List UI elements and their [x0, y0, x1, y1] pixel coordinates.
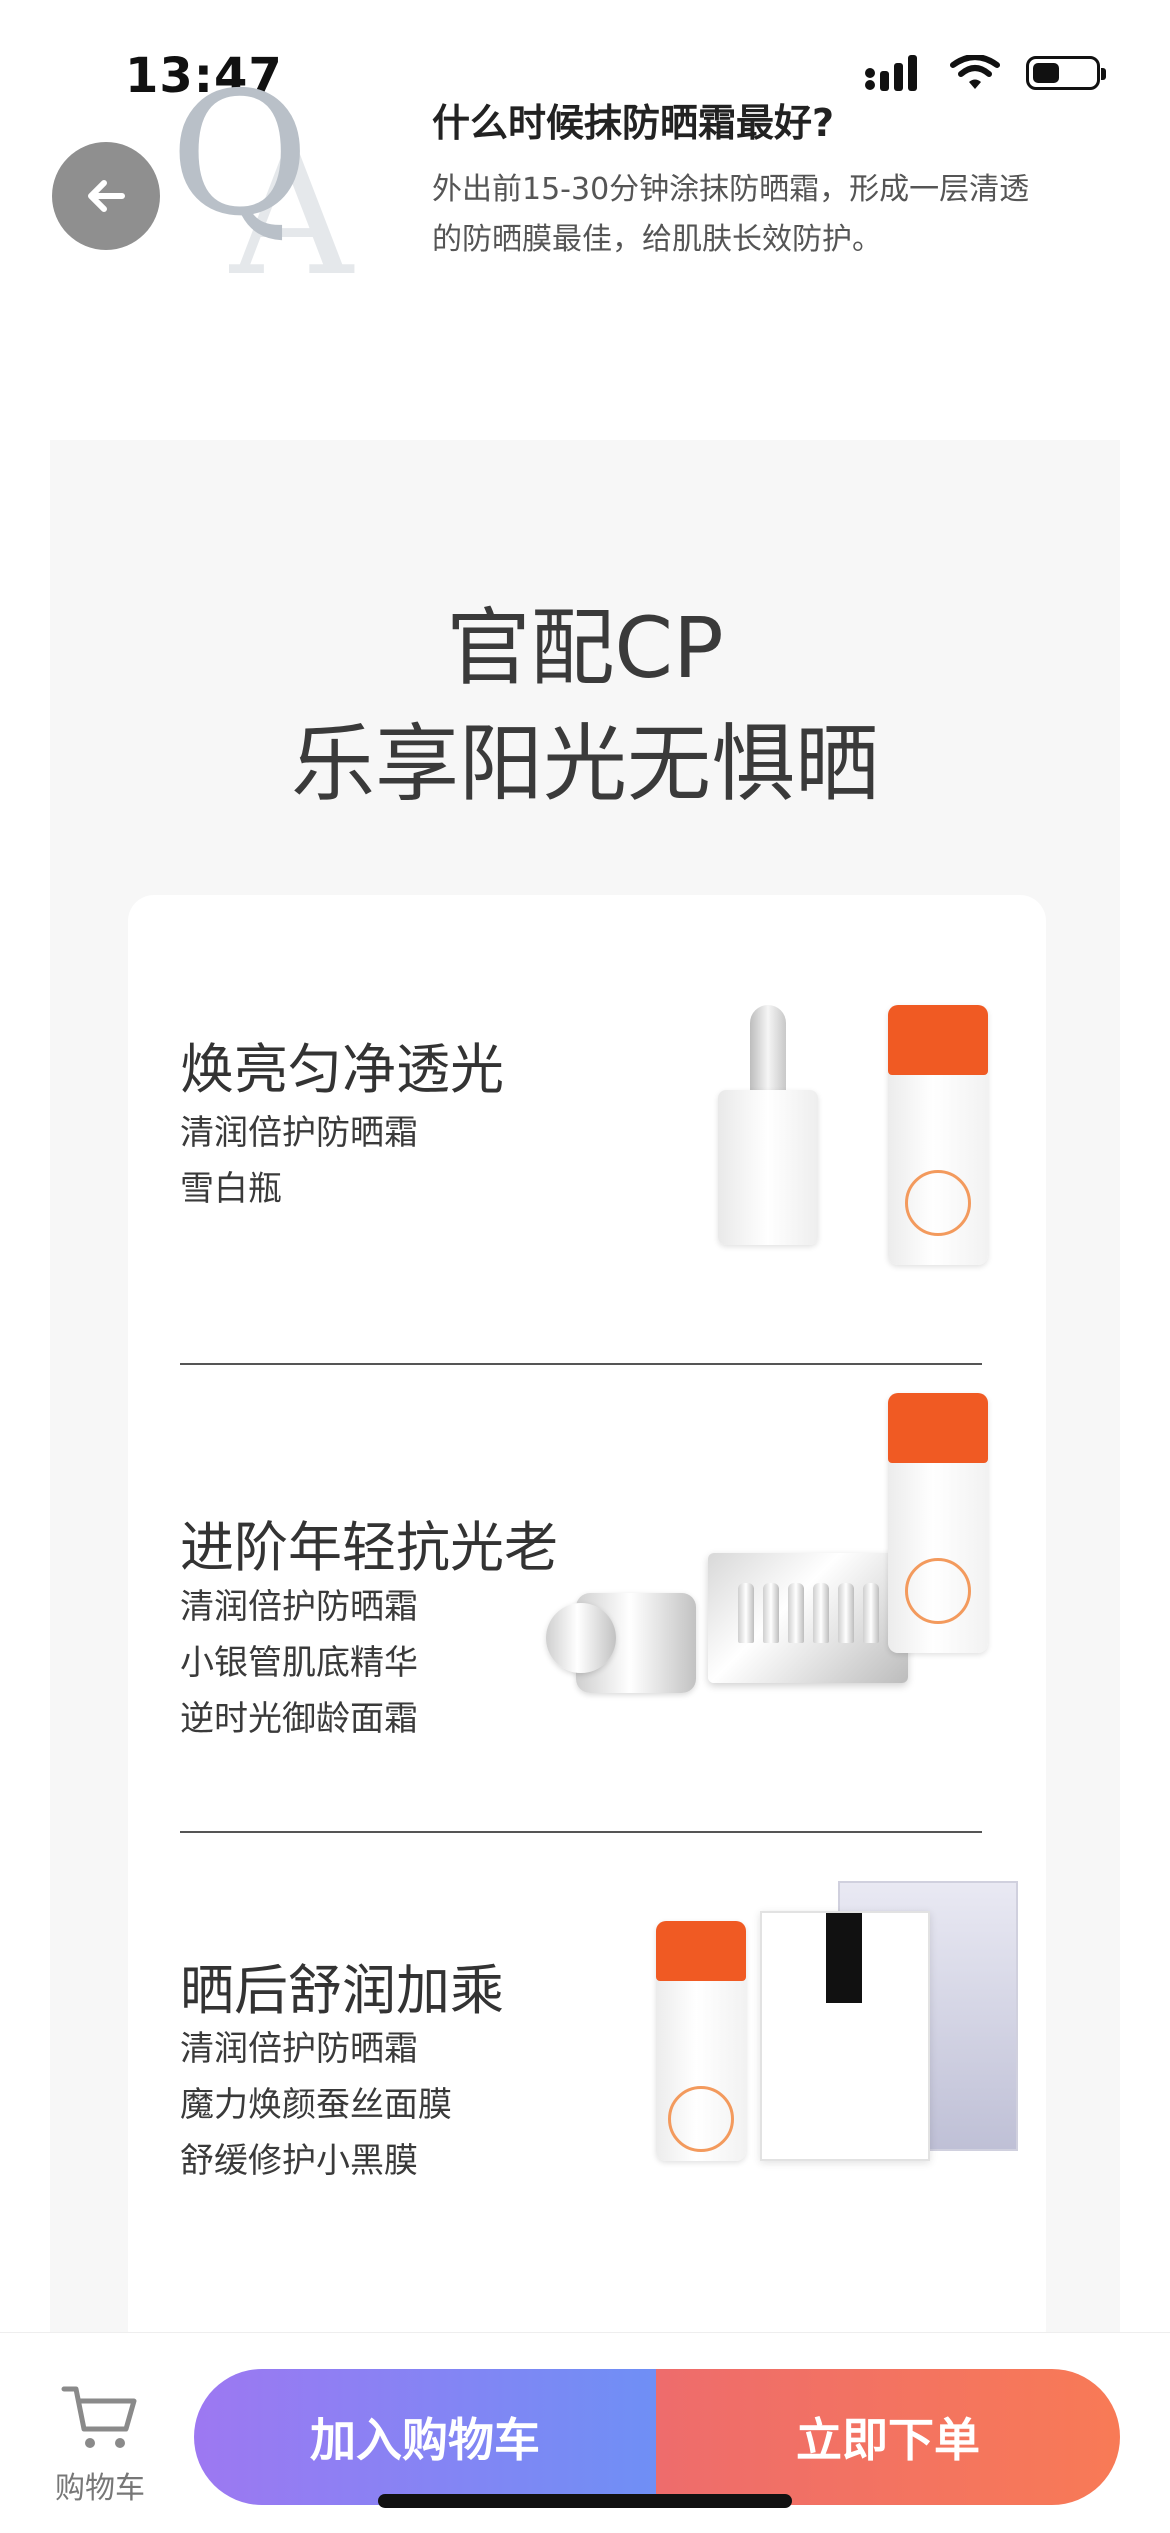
divider: [180, 1831, 982, 1833]
add-to-cart-button[interactable]: 加入购物车: [194, 2369, 656, 2505]
combo-product: 清润倍护防晒霜: [180, 1113, 418, 1153]
combo-products: 清润倍护防晒霜 雪白瓶: [180, 1105, 418, 1217]
qa-question: 什么时候抹防晒霜最好?: [432, 101, 835, 145]
sunscreen-bottle-image: [656, 1921, 746, 2161]
combo-panel: 官配CP 乐享阳光无惧晒 焕亮匀净透光 清润倍护防晒霜 雪白瓶 进阶年轻抗光老 …: [50, 440, 1120, 2355]
combo-product: 清润倍护防晒霜: [180, 1587, 418, 1627]
sunscreen-bottle-image: [888, 1005, 988, 1265]
serum-bottle-image: [718, 1005, 818, 1245]
combo-title: 晒后舒润加乘: [180, 1959, 504, 2022]
panel-title-line1: 官配CP: [446, 599, 724, 697]
panel-title-line2: 乐享阳光无惧晒: [290, 715, 879, 813]
qa-logo: A Q: [170, 56, 370, 300]
arrow-left-icon: [88, 180, 125, 212]
combo-products: 清润倍护防晒霜 魔力焕颜蚕丝面膜 舒缓修护小黑膜: [180, 2021, 452, 2189]
combo-products: 清润倍护防晒霜 小银管肌底精华 逆时光御龄面霜: [180, 1579, 418, 1747]
wifi-icon: [950, 55, 1000, 89]
home-indicator: [378, 2494, 792, 2508]
back-button[interactable]: [52, 142, 160, 250]
combo-title: 进阶年轻抗光老: [180, 1516, 558, 1579]
facial-mask-box-image: [760, 1911, 930, 2161]
combo-product: 小银管肌底精华: [180, 1643, 418, 1683]
cart-label: 购物车: [55, 2471, 145, 2506]
cart-button[interactable]: 购物车: [40, 2383, 160, 2507]
combo-product: 舒缓修护小黑膜: [180, 2141, 418, 2181]
status-icons: [864, 55, 1106, 91]
battery-icon: [1026, 56, 1106, 90]
buy-now-button[interactable]: 立即下单: [656, 2369, 1120, 2505]
shopping-cart-icon: [61, 2386, 137, 2448]
sunscreen-bottle-image: [888, 1393, 988, 1653]
combo-product: 逆时光御龄面霜: [180, 1699, 418, 1739]
qa-answer: 外出前15-30分钟涂抹防晒霜，形成一层清透的防晒膜最佳，给肌肤长效防护。: [432, 172, 1030, 257]
combo-product: 魔力焕颜蚕丝面膜: [180, 2085, 452, 2125]
cellular-signal-icon: [865, 55, 917, 91]
face-cream-jar-image: [546, 1573, 696, 1693]
combo-title: 焕亮匀净透光: [180, 1038, 504, 1101]
serum-vial-box-image: [708, 1513, 908, 1693]
combo-card: 焕亮匀净透光 清润倍护防晒霜 雪白瓶 进阶年轻抗光老 清润倍护防晒霜 小银管肌底…: [128, 895, 1046, 2355]
panel-title: 官配CP 乐享阳光无惧晒: [50, 590, 1120, 822]
divider: [180, 1363, 982, 1365]
combo-product: 雪白瓶: [180, 1169, 282, 1209]
qa-letter-q: Q: [170, 56, 310, 254]
combo-product: 清润倍护防晒霜: [180, 2029, 418, 2069]
